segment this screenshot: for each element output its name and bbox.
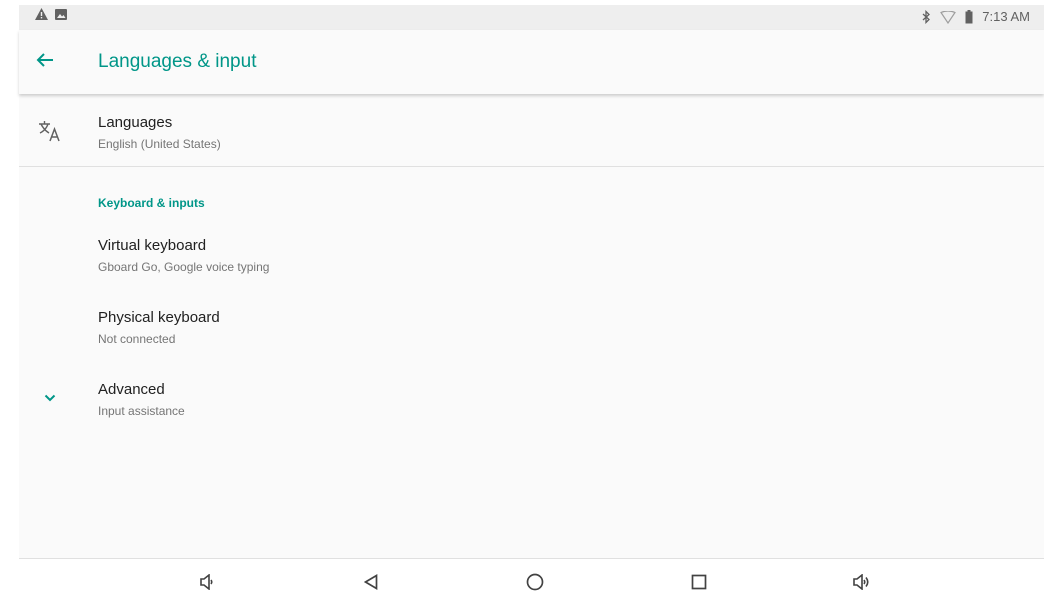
- nav-back-button[interactable]: [358, 569, 384, 595]
- back-icon: [364, 574, 378, 590]
- page-title: Languages & input: [98, 51, 257, 72]
- home-icon: [526, 573, 544, 591]
- physical-keyboard-title: Physical keyboard: [98, 309, 220, 326]
- physical-keyboard-item[interactable]: Physical keyboard Not connected: [19, 289, 1044, 361]
- status-bar: 7:13 AM: [19, 5, 1044, 30]
- app-bar: Languages & input: [19, 30, 1044, 94]
- languages-title: Languages: [98, 114, 173, 131]
- battery-icon: [965, 10, 973, 24]
- wifi-icon: [940, 10, 957, 24]
- arrow-back-icon: [36, 52, 54, 73]
- keyboard-category-title: Keyboard & inputs: [98, 196, 205, 210]
- translate-icon: [37, 118, 63, 144]
- virtual-keyboard-item[interactable]: Virtual keyboard Gboard Go, Google voice…: [19, 217, 1044, 289]
- bluetooth-icon: [922, 10, 931, 24]
- languages-summary: English (United States): [98, 137, 221, 151]
- advanced-item[interactable]: Advanced Input assistance: [19, 361, 1044, 433]
- image-icon: [55, 8, 67, 20]
- status-notifications: [35, 8, 67, 20]
- navigation-bar: [19, 558, 1044, 603]
- nav-recents-button[interactable]: [686, 569, 712, 595]
- volume-down-button[interactable]: [194, 569, 220, 595]
- keyboard-category-header: Keyboard & inputs: [19, 167, 1044, 217]
- virtual-keyboard-title: Virtual keyboard: [98, 237, 207, 254]
- recents-icon: [691, 574, 707, 590]
- volume-down-icon: [200, 574, 214, 590]
- volume-up-icon: [853, 574, 871, 590]
- nav-home-button[interactable]: [522, 569, 548, 595]
- warning-icon: [35, 8, 48, 20]
- settings-screen: 7:13 AM Languages & input Languages Engl…: [19, 5, 1044, 603]
- advanced-summary: Input assistance: [98, 404, 185, 418]
- volume-up-button[interactable]: [849, 569, 875, 595]
- status-time: 7:13 AM: [982, 9, 1030, 24]
- status-system-icons: 7:13 AM: [922, 8, 1030, 26]
- languages-item[interactable]: Languages English (United States): [19, 94, 1044, 166]
- chevron-down-icon: [37, 385, 63, 411]
- advanced-title: Advanced: [98, 381, 165, 398]
- back-button[interactable]: [31, 48, 59, 76]
- virtual-keyboard-summary: Gboard Go, Google voice typing: [98, 260, 270, 274]
- settings-list: Languages English (United States) Keyboa…: [19, 94, 1044, 433]
- physical-keyboard-summary: Not connected: [98, 332, 176, 346]
